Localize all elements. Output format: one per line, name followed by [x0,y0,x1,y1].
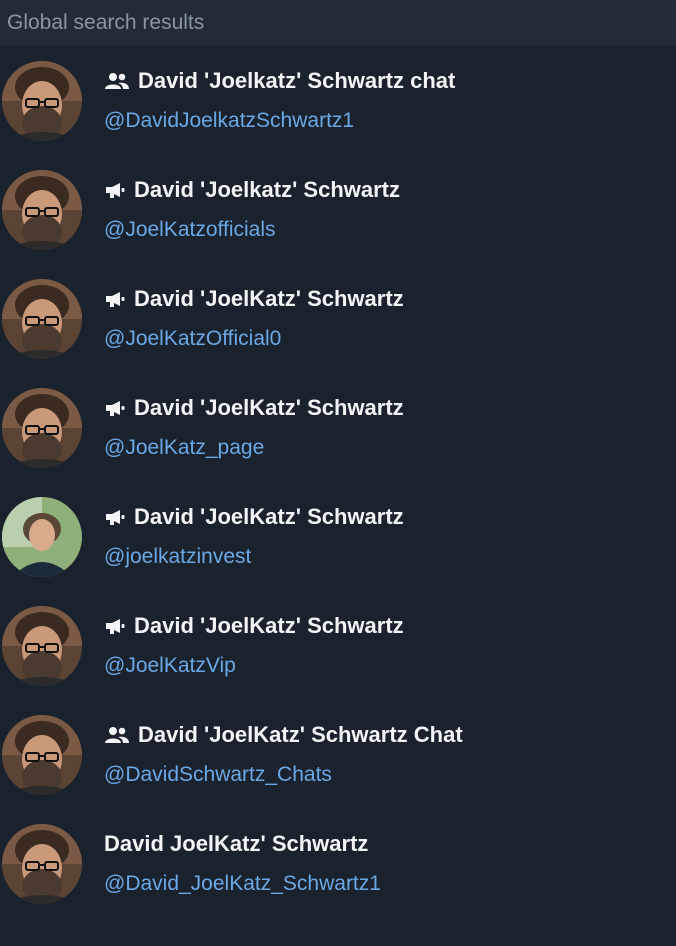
avatar [2,61,82,141]
result-title: David 'Joelkatz' Schwartz chat [138,68,456,93]
result-title-line: David JoelKatz' Schwartz [104,829,368,859]
avatar [2,715,82,795]
megaphone-icon [104,290,126,308]
search-result-row[interactable]: David 'JoelKatz' Schwartz @joelkatzinvest [0,481,676,590]
result-title-line: David 'Joelkatz' Schwartz chat [104,66,455,96]
result-username[interactable]: @joelkatzinvest [104,545,251,569]
result-username[interactable]: @DavidJoelkatzSchwartz1 [104,109,354,133]
result-title: David 'JoelKatz' Schwartz [134,395,404,420]
result-title-line: David 'JoelKatz' Schwartz [104,611,404,641]
avatar [2,170,82,250]
result-title-line: David 'Joelkatz' Schwartz [104,175,400,205]
result-username[interactable]: @David_JoelKatz_Schwartz1 [104,872,381,896]
result-title: David 'JoelKatz' Schwartz [134,613,404,638]
search-result-row[interactable]: David JoelKatz' Schwartz @David_JoelKatz_… [0,808,676,917]
megaphone-icon [104,508,126,526]
result-title-line: David 'JoelKatz' Schwartz Chat [104,720,463,750]
result-username[interactable]: @JoelKatz_page [104,436,264,460]
search-result-row[interactable]: David 'Joelkatz' Schwartz chat @DavidJoel… [0,45,676,154]
results-list: David 'Joelkatz' Schwartz chat @DavidJoel… [0,45,676,917]
search-result-row[interactable]: David 'JoelKatz' Schwartz @JoelKatzOffici… [0,263,676,372]
result-username[interactable]: @JoelKatzofficials [104,218,276,242]
avatar [2,279,82,359]
megaphone-icon [104,181,126,199]
megaphone-icon [104,617,126,635]
result-title: David 'JoelKatz' Schwartz [134,504,404,529]
avatar [2,824,82,904]
search-result-row[interactable]: David 'JoelKatz' Schwartz @JoelKatzVip [0,590,676,699]
result-title: David 'JoelKatz' Schwartz Chat [138,722,463,747]
search-result-row[interactable]: David 'Joelkatz' Schwartz @JoelKatzoffici… [0,154,676,263]
result-title-line: David 'JoelKatz' Schwartz [104,502,404,532]
result-title: David JoelKatz' Schwartz [104,831,369,856]
result-username[interactable]: @JoelKatzVip [104,654,236,678]
avatar [2,388,82,468]
megaphone-icon [104,399,126,417]
header-title: Global search results [7,10,205,34]
search-result-row[interactable]: David 'JoelKatz' Schwartz @JoelKatz_page [0,372,676,481]
result-title-line: David 'JoelKatz' Schwartz [104,393,404,423]
group-icon [104,72,130,90]
result-title-line: David 'JoelKatz' Schwartz [104,284,404,314]
result-username[interactable]: @DavidSchwartz_Chats [104,763,332,787]
avatar [2,497,82,577]
group-icon [104,726,130,744]
search-result-row[interactable]: David 'JoelKatz' Schwartz Chat @DavidSchw… [0,699,676,808]
result-title: David 'JoelKatz' Schwartz [134,286,404,311]
search-results-header: Global search results [0,0,676,45]
result-username[interactable]: @JoelKatzOfficial0 [104,327,281,351]
result-title: David 'Joelkatz' Schwartz [134,177,400,202]
avatar [2,606,82,686]
